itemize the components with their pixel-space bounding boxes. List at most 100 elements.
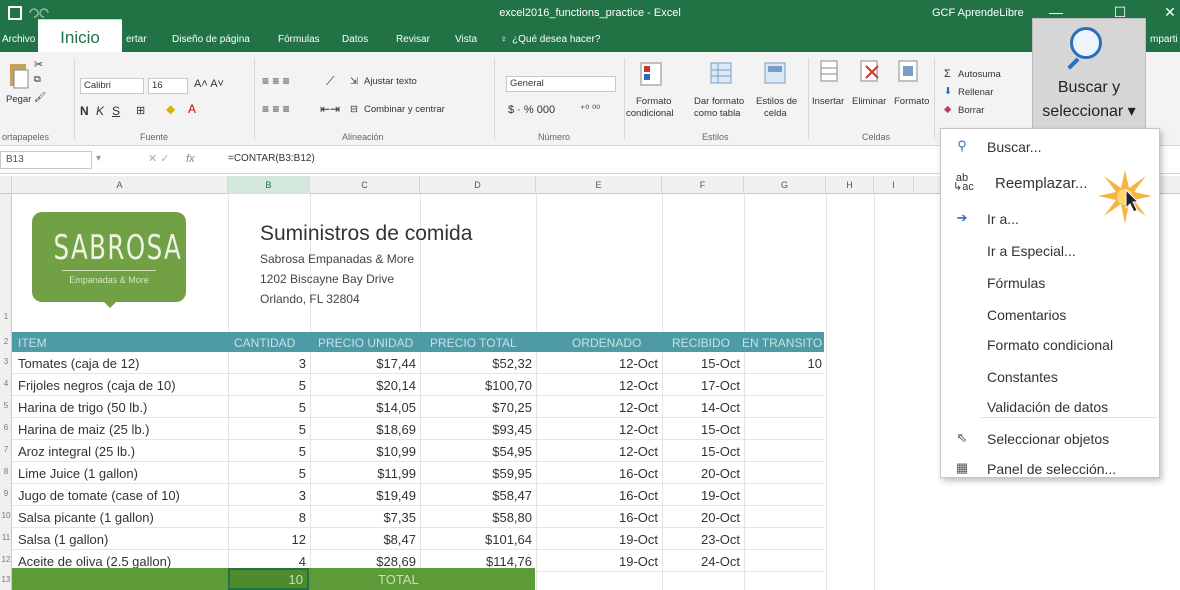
cell-styles-icon[interactable]: [764, 62, 788, 88]
cell-styles-label-2[interactable]: celda: [764, 108, 787, 119]
precio-total-cell[interactable]: $58,47: [420, 488, 532, 503]
column-header[interactable]: C: [310, 176, 420, 194]
precio-unidad-cell[interactable]: $18,69: [310, 422, 416, 437]
column-header[interactable]: D: [420, 176, 536, 194]
tab-revisar[interactable]: Revisar: [396, 34, 430, 45]
conditional-format-icon[interactable]: [640, 62, 664, 88]
item-cell[interactable]: Aceite de oliva (2.5 gallon): [18, 554, 224, 569]
tab-formulas[interactable]: Fórmulas: [278, 34, 320, 45]
delete-label[interactable]: Eliminar: [852, 96, 886, 107]
header-precio-total[interactable]: PRECIO TOTAL: [430, 336, 517, 350]
format-painter-icon[interactable]: 🖌: [34, 92, 46, 103]
format-cells-icon[interactable]: [898, 60, 920, 84]
merge-center-button[interactable]: Combinar y centrar: [364, 104, 445, 115]
tab-inicio[interactable]: Inicio: [38, 20, 122, 54]
recibido-cell[interactable]: 20-Oct: [662, 510, 740, 525]
precio-unidad-cell[interactable]: $19,49: [310, 488, 416, 503]
insert-label[interactable]: Insertar: [812, 96, 844, 107]
recibido-cell[interactable]: 19-Oct: [662, 488, 740, 503]
format-table-label-1[interactable]: Dar formato: [694, 96, 744, 107]
menu-item-panel-seleccion[interactable]: ▦ Panel de selección...: [941, 453, 1159, 483]
font-name-select[interactable]: Calibri: [80, 78, 144, 94]
menu-item-formato-condicional[interactable]: Formato condicional: [941, 329, 1159, 359]
merge-icon[interactable]: ⊟: [350, 104, 358, 115]
cantidad-cell[interactable]: 5: [228, 378, 306, 393]
row-header[interactable]: 4: [0, 379, 12, 388]
autosum-icon[interactable]: Σ: [944, 68, 951, 80]
ordenado-cell[interactable]: 19-Oct: [536, 554, 658, 569]
cantidad-cell[interactable]: 4: [228, 554, 306, 569]
menu-item-seleccionar-objetos[interactable]: ⇖ Seleccionar objetos: [941, 423, 1159, 453]
row-header[interactable]: 8: [0, 467, 12, 476]
account-name[interactable]: GCF AprendeLibre: [932, 7, 1024, 19]
cut-icon[interactable]: ✂: [34, 58, 43, 71]
row-header[interactable]: 9: [0, 489, 12, 498]
header-precio-unidad[interactable]: PRECIO UNIDAD: [318, 336, 413, 350]
autosum-label[interactable]: Autosuma: [958, 69, 1001, 80]
recibido-cell[interactable]: 24-Oct: [662, 554, 740, 569]
precio-total-cell[interactable]: $54,95: [420, 444, 532, 459]
indent-icon[interactable]: ⇤⇥: [320, 102, 340, 116]
column-header[interactable]: E: [536, 176, 662, 194]
column-header[interactable]: H: [826, 176, 874, 194]
tab-diseno[interactable]: Diseño de página: [172, 34, 250, 45]
item-cell[interactable]: Aroz integral (25 lb.): [18, 444, 224, 459]
ordenado-cell[interactable]: 12-Oct: [536, 378, 658, 393]
eraser-icon[interactable]: ◆: [944, 104, 951, 115]
ordenado-cell[interactable]: 19-Oct: [536, 532, 658, 547]
ordenado-cell[interactable]: 12-Oct: [536, 444, 658, 459]
en-transito-cell[interactable]: 10: [744, 356, 822, 371]
header-recibido[interactable]: RECIBIDO: [672, 336, 730, 350]
precio-unidad-cell[interactable]: $20,14: [310, 378, 416, 393]
header-cantidad[interactable]: CANTIDAD: [234, 336, 295, 350]
italic-button[interactable]: K: [96, 104, 104, 118]
item-cell[interactable]: Tomates (caja de 12): [18, 356, 224, 371]
close-button[interactable]: ✕: [1160, 4, 1180, 22]
cantidad-cell[interactable]: 3: [228, 488, 306, 503]
orientation-icon[interactable]: ⟋: [326, 74, 334, 89]
precio-total-cell[interactable]: $114,76: [420, 554, 532, 569]
sabrosa-logo[interactable]: SABROSA Empanadas & More: [32, 212, 186, 308]
insert-cells-icon[interactable]: [820, 60, 842, 84]
menu-item-constantes[interactable]: Constantes: [941, 361, 1159, 391]
precio-total-cell[interactable]: $101,64: [420, 532, 532, 547]
row-header[interactable]: 10: [0, 511, 12, 520]
precio-unidad-cell[interactable]: $14,05: [310, 400, 416, 415]
precio-total-cell[interactable]: $59,95: [420, 466, 532, 481]
header-en-transito[interactable]: EN TRANSITO: [742, 336, 822, 350]
chevron-down-icon[interactable]: ▾: [96, 153, 101, 164]
row-header[interactable]: 12: [0, 555, 12, 564]
recibido-cell[interactable]: 17-Oct: [662, 378, 740, 393]
cantidad-cell[interactable]: 5: [228, 400, 306, 415]
recibido-cell[interactable]: 15-Oct: [662, 356, 740, 371]
tab-datos[interactable]: Datos: [342, 34, 368, 45]
format-table-label-2[interactable]: como tabla: [694, 108, 740, 119]
row-header[interactable]: 1: [0, 312, 12, 321]
item-cell[interactable]: Harina de maiz (25 lb.): [18, 422, 224, 437]
precio-total-cell[interactable]: $52,32: [420, 356, 532, 371]
precio-unidad-cell[interactable]: $10,99: [310, 444, 416, 459]
conditional-format-label-2[interactable]: condicional: [626, 108, 674, 119]
cantidad-cell[interactable]: 5: [228, 444, 306, 459]
select-all-corner[interactable]: [0, 176, 12, 194]
recibido-cell[interactable]: 23-Oct: [662, 532, 740, 547]
copy-icon[interactable]: ⧉: [34, 74, 41, 85]
bold-button[interactable]: N: [80, 104, 89, 118]
paste-label[interactable]: Pegar: [6, 94, 31, 105]
share-button[interactable]: mparti: [1150, 34, 1178, 45]
item-cell[interactable]: Salsa picante (1 gallon): [18, 510, 224, 525]
column-header[interactable]: A: [12, 176, 228, 194]
ordenado-cell[interactable]: 12-Oct: [536, 422, 658, 437]
recibido-cell[interactable]: 15-Oct: [662, 444, 740, 459]
decimal-icon[interactable]: ⁺⁰ ⁰⁰: [580, 104, 600, 115]
row-header[interactable]: 11: [0, 533, 12, 542]
tab-vista[interactable]: Vista: [455, 34, 477, 45]
align-left-icon[interactable]: ≡ ≡ ≡: [262, 102, 290, 116]
cantidad-cell[interactable]: 5: [228, 422, 306, 437]
precio-unidad-cell[interactable]: $7,35: [310, 510, 416, 525]
grow-font-icon[interactable]: A˄ A˅: [194, 78, 224, 90]
conditional-format-label-1[interactable]: Formato: [636, 96, 671, 107]
row-header[interactable]: 2: [0, 337, 12, 346]
cancel-icon[interactable]: ✕ ✓: [148, 152, 170, 165]
cantidad-cell[interactable]: 3: [228, 356, 306, 371]
